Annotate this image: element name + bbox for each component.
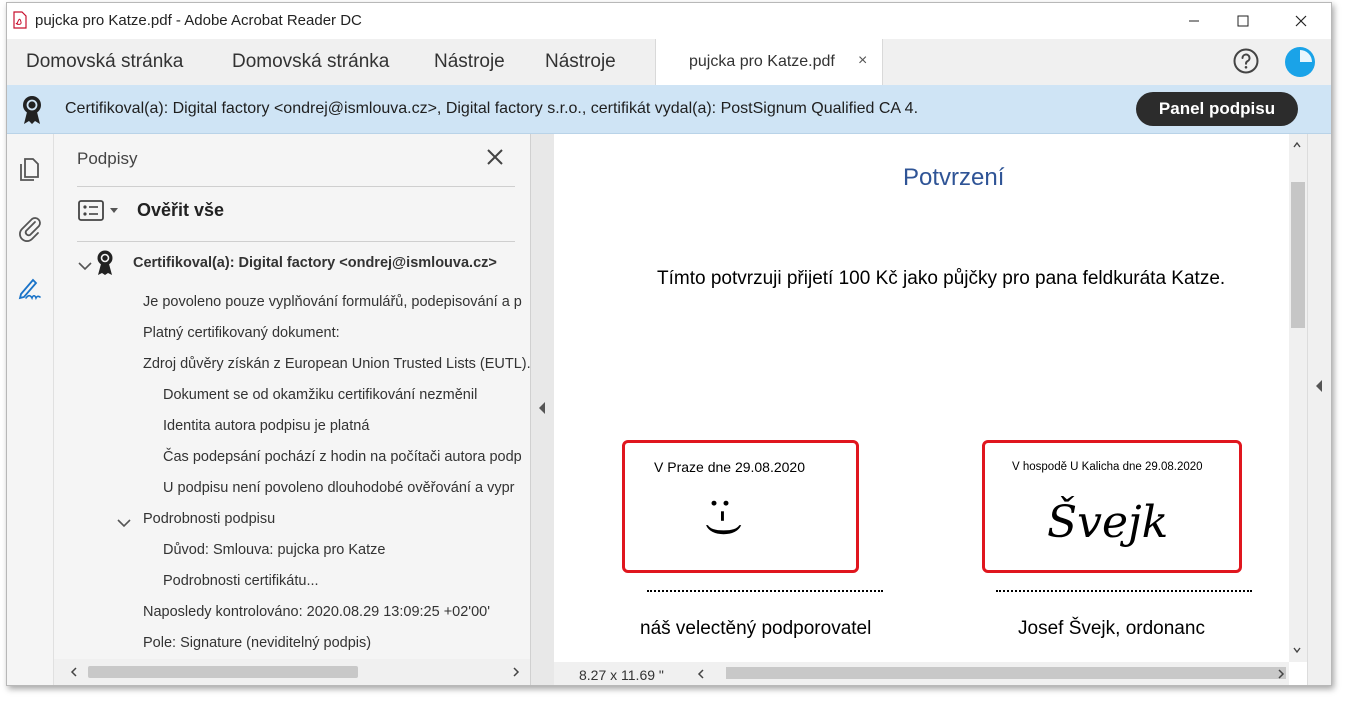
signature-entry[interactable]: Certifikoval(a): Digital factory <ondrej… — [133, 255, 497, 271]
help-icon[interactable] — [1233, 48, 1259, 74]
chevron-right-icon[interactable] — [512, 667, 520, 677]
signature-pen-icon[interactable] — [16, 274, 44, 302]
pages-icon[interactable] — [16, 156, 44, 184]
signature-place-date: V Praze dne 29.08.2020 — [654, 459, 806, 475]
certificate-details-link[interactable]: Podrobnosti certifikátu... — [163, 573, 319, 589]
chevron-down-icon[interactable] — [1293, 646, 1301, 654]
certificate-ribbon-icon — [97, 250, 113, 275]
right-pane-toggle[interactable] — [1307, 134, 1331, 685]
certification-text: Certifikoval(a): Digital factory <ondrej… — [65, 100, 919, 117]
panel-horizontal-scrollbar[interactable] — [54, 659, 530, 685]
tree-item-last-checked[interactable]: Naposledy kontrolováno: 2020.08.29 13:09… — [143, 604, 490, 620]
document-title: Potvrzení — [903, 164, 1005, 191]
document-body-text: Tímto potvrzuji přijetí 100 Kč jako půjč… — [657, 268, 1226, 289]
tree-item-signature-details[interactable]: Podrobnosti podpisu — [143, 511, 275, 527]
tab-home[interactable]: Domovská stránka — [26, 51, 183, 73]
tree-item-signing-time[interactable]: Čas podepsání pochází z hodin na počítač… — [163, 449, 522, 465]
signature-panel-button[interactable]: Panel podpisu — [1136, 92, 1298, 126]
signature-place-date: V hospodě U Kalicha dne 29.08.2020 — [1012, 461, 1203, 473]
verify-all-button[interactable]: Ověřit vše — [137, 200, 224, 221]
chevron-up-icon[interactable] — [1293, 141, 1301, 149]
signature-field-right[interactable]: V hospodě U Kalicha dne 29.08.2020 Švejk — [982, 440, 1242, 573]
certificate-ribbon-icon — [23, 96, 41, 124]
pdf-page: Potvrzení Tímto potvrzuji přijetí 100 Kč… — [554, 134, 1289, 662]
account-avatar-icon[interactable] — [1285, 47, 1315, 77]
scrollbar-thumb[interactable] — [88, 666, 358, 678]
close-window-button[interactable] — [1278, 3, 1324, 39]
tab-tools[interactable]: Nástroje — [434, 51, 505, 73]
tab-tools-2[interactable]: Nástroje — [545, 51, 616, 73]
tree-item-trust-source[interactable]: Zdroj důvěry získán z European Union Tru… — [143, 356, 530, 372]
page-size-readout: 8.27 x 11.69 " — [579, 667, 664, 683]
minimize-icon — [1189, 20, 1199, 22]
tree-item-certified-document[interactable]: Platný certifikovaný dokument: — [143, 325, 340, 341]
chevron-left-icon[interactable] — [697, 669, 705, 679]
maximize-button[interactable] — [1220, 3, 1266, 39]
dropdown-caret-icon[interactable] — [110, 208, 118, 213]
chevron-left-icon[interactable] — [70, 667, 78, 677]
chevron-down-icon[interactable] — [117, 518, 131, 528]
signatures-panel: Podpisy Ověřit vše Certifikoval(a): Digi… — [54, 134, 530, 685]
close-icon — [1295, 15, 1307, 27]
expand-arrow-icon[interactable] — [1316, 380, 1322, 392]
document-horizontal-scrollbar-thumb[interactable] — [726, 667, 1286, 679]
chevron-right-icon[interactable] — [1277, 669, 1285, 679]
tree-item-unchanged[interactable]: Dokument se od okamžiku certifikování ne… — [163, 387, 477, 403]
panel-collapse-splitter[interactable] — [530, 134, 555, 685]
handwritten-smiley: :-) — [703, 496, 748, 538]
chevron-down-icon[interactable] — [78, 261, 92, 271]
close-tab-icon[interactable]: × — [858, 52, 867, 70]
signatures-panel-title: Podpisy — [77, 149, 138, 168]
left-rail — [7, 134, 54, 685]
tab-document[interactable]: pujcka pro Katze.pdf × — [655, 39, 883, 86]
close-panel-icon[interactable] — [486, 148, 504, 166]
tree-item-field[interactable]: Pole: Signature (neviditelný podpis) — [143, 635, 371, 651]
signature-line-right — [996, 590, 1252, 592]
status-bar: 8.27 x 11.69 " — [554, 662, 1289, 685]
window-title: pujcka pro Katze.pdf - Adobe Acrobat Rea… — [35, 12, 362, 29]
maximize-icon — [1237, 15, 1249, 27]
handwritten-signature: Švejk — [1047, 497, 1169, 548]
tree-item-identity-valid[interactable]: Identita autora podpisu je platná — [163, 418, 369, 434]
signature-line-left — [647, 590, 883, 592]
tree-item-permissions[interactable]: Je povoleno pouze vyplňování formulářů, … — [143, 294, 522, 310]
title-bar: pujcka pro Katze.pdf - Adobe Acrobat Rea… — [7, 3, 1331, 39]
tree-item-ltv[interactable]: U podpisu není povoleno dlouhodobé ověřo… — [163, 480, 514, 496]
document-view: Potvrzení Tímto potvrzuji přijetí 100 Kč… — [554, 134, 1289, 662]
minimize-button[interactable] — [1171, 3, 1217, 39]
acrobat-window: pujcka pro Katze.pdf - Adobe Acrobat Rea… — [6, 2, 1332, 686]
signature-field-left[interactable]: V Praze dne 29.08.2020 :-) — [622, 440, 859, 573]
document-vertical-scrollbar[interactable] — [1289, 134, 1307, 662]
divider — [77, 241, 515, 242]
certification-bar: Certifikoval(a): Digital factory <ondrej… — [7, 85, 1331, 134]
signature-caption-right: Josef Švejk, ordonanc — [1018, 618, 1205, 639]
scrollbar-thumb[interactable] — [1291, 182, 1305, 328]
tree-item-reason[interactable]: Důvod: Smlouva: pujcka pro Katze — [163, 542, 385, 558]
signature-options-icon[interactable] — [78, 200, 106, 222]
signature-caption-left: náš velectěný podporovatel — [640, 618, 872, 639]
divider — [77, 186, 515, 187]
collapse-arrow-icon[interactable] — [539, 402, 545, 414]
document-tab-label: pujcka pro Katze.pdf — [689, 53, 835, 70]
tab-home-2[interactable]: Domovská stránka — [232, 51, 389, 73]
attachment-icon[interactable] — [16, 214, 44, 242]
tab-bar: Domovská stránka Domovská stránka Nástro… — [7, 39, 1331, 86]
pdf-file-icon — [13, 11, 27, 29]
